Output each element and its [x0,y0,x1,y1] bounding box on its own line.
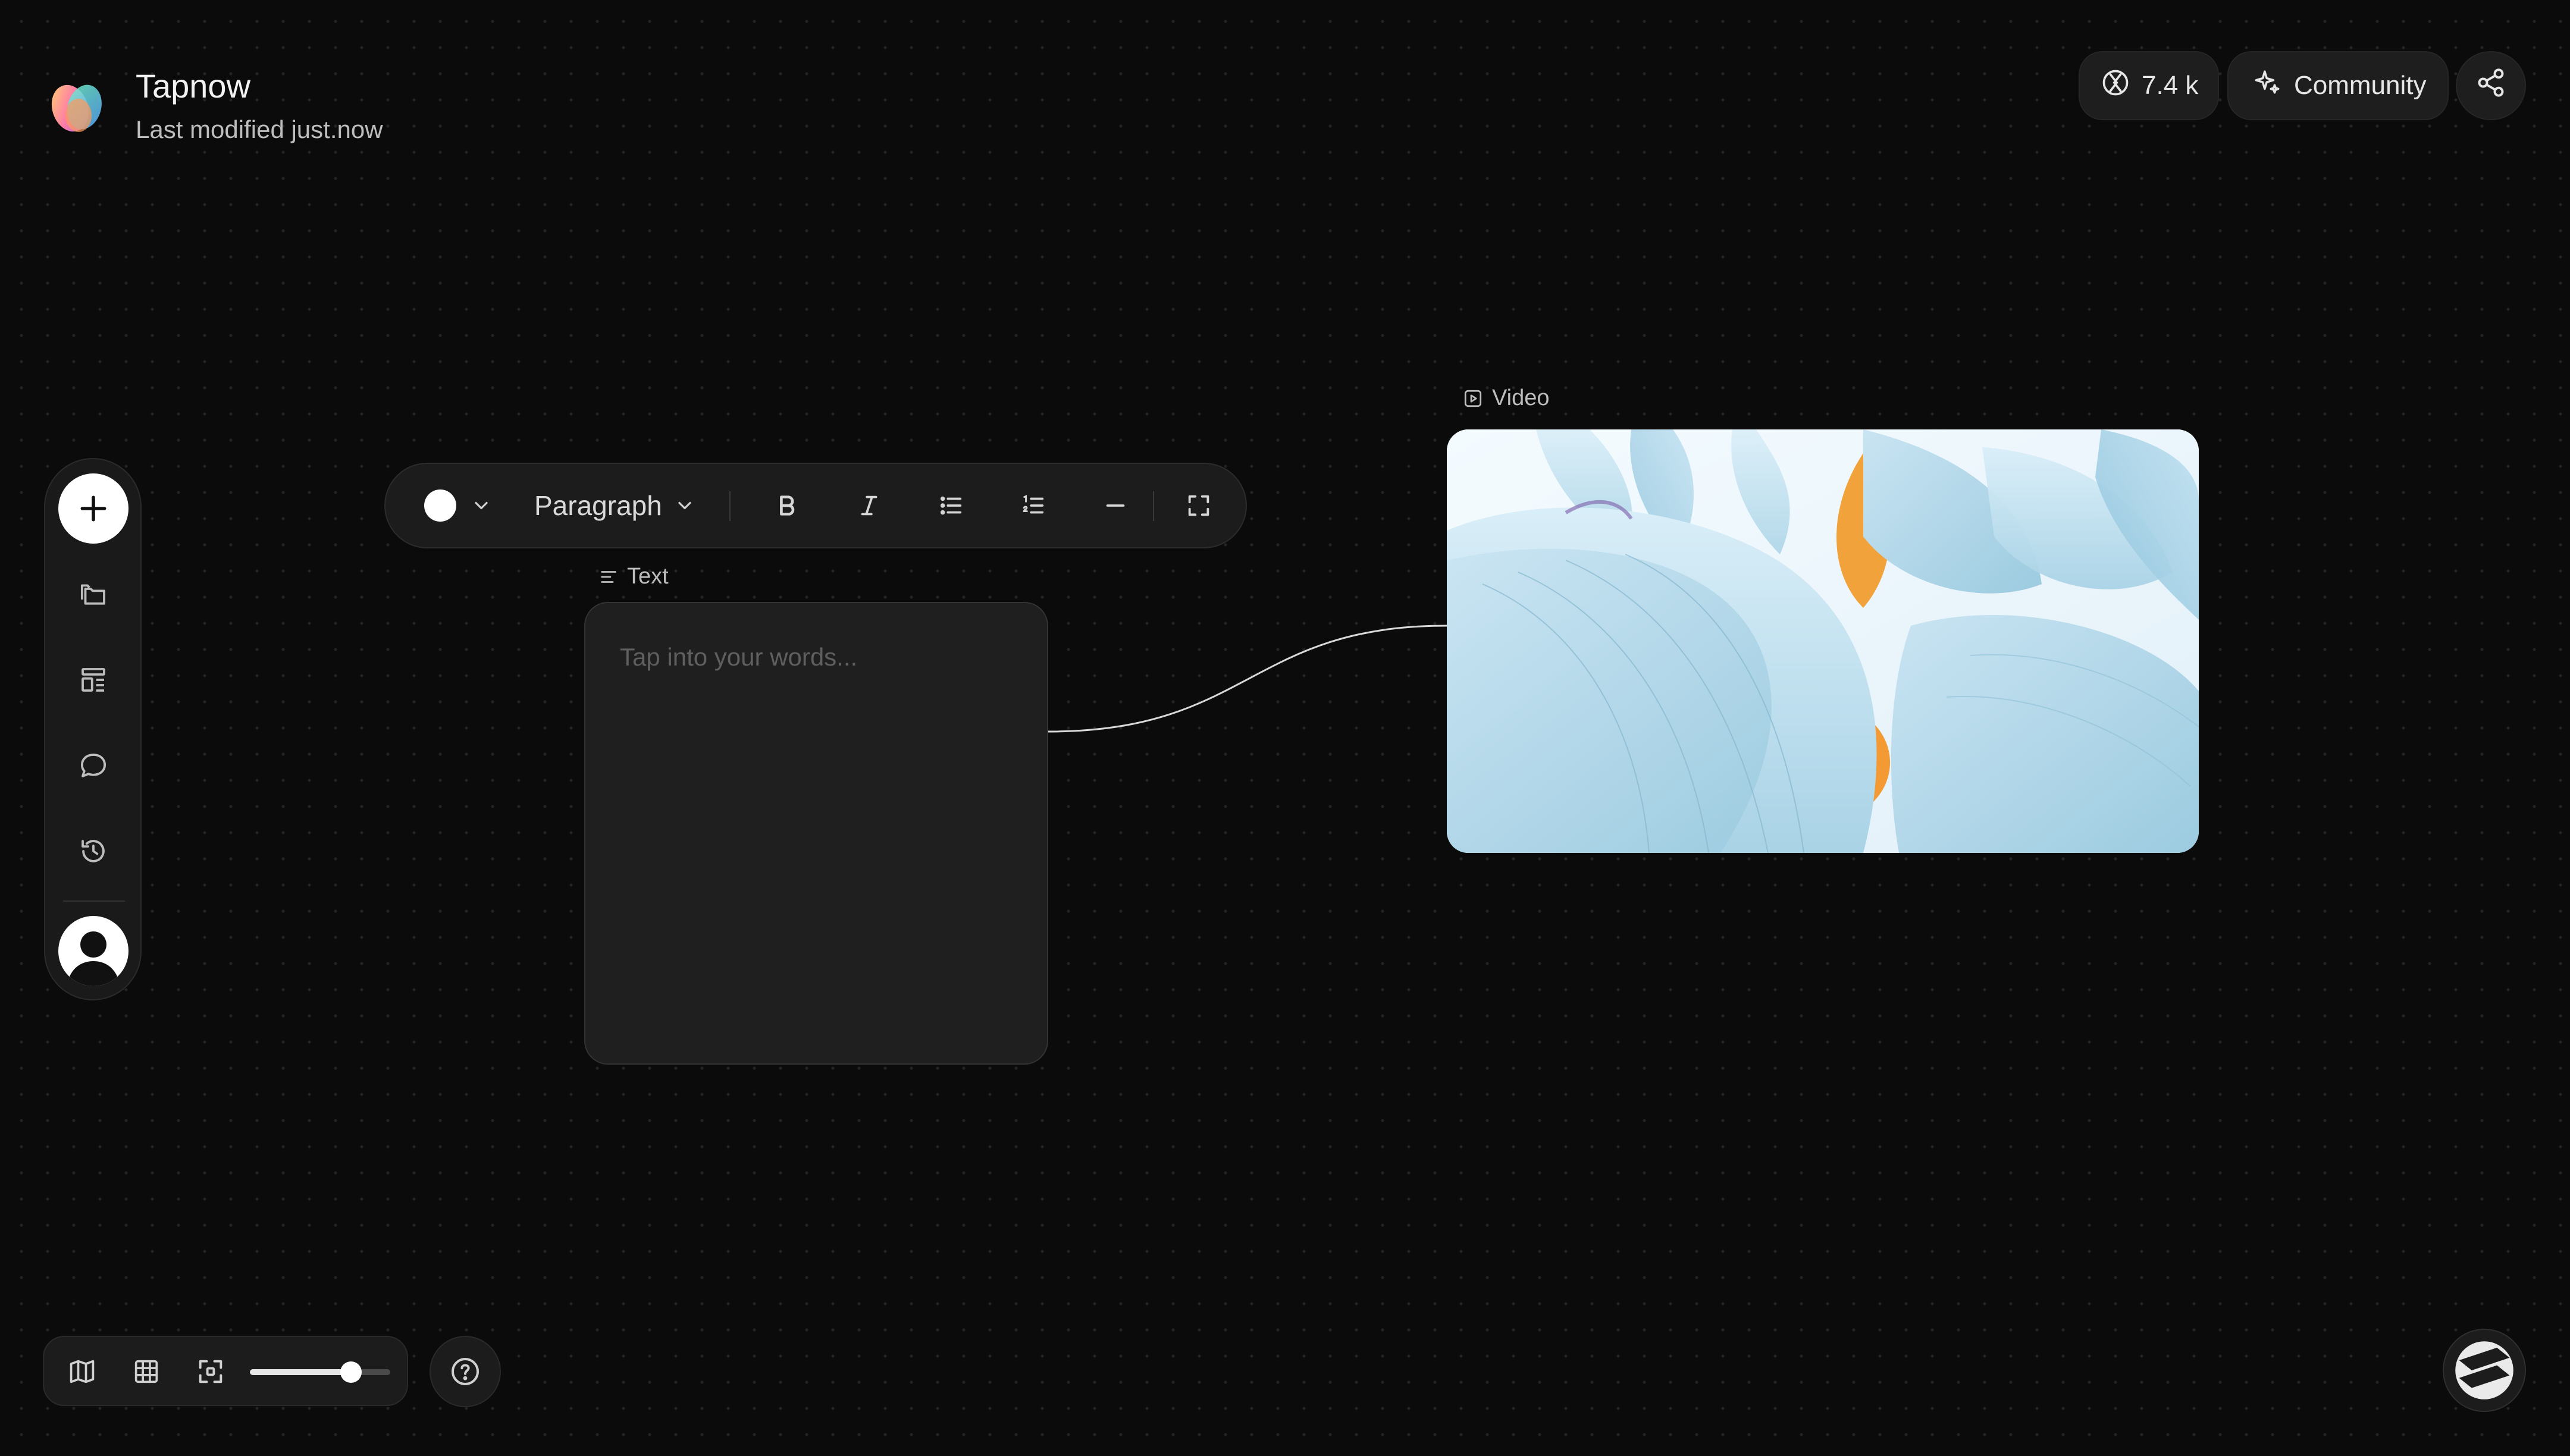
text-node-label: Text [598,564,669,589]
plus-icon [80,495,106,522]
grid-toggle-button[interactable] [124,1349,169,1394]
brand-logo-icon [2455,1341,2513,1399]
grid-icon [134,1360,158,1383]
brand-badge[interactable] [2443,1329,2526,1412]
chat-bubble-icon [80,754,106,777]
toolbar-separator [1153,491,1154,521]
text-format-toolbar: Paragraph [384,463,1247,548]
left-sidebar [44,458,142,1000]
play-square-icon [1464,390,1482,407]
bold-icon [780,495,795,516]
bold-button[interactable] [760,464,814,547]
history-button[interactable] [70,828,117,874]
share-button[interactable] [2456,51,2526,120]
comments-button[interactable] [70,742,117,789]
add-node-button[interactable] [58,473,128,544]
share-icon [2475,67,2506,105]
zoom-slider[interactable] [250,1351,390,1393]
zoom-thumb[interactable] [340,1361,362,1383]
sidebar-divider [63,900,125,902]
fit-view-icon [199,1360,222,1383]
video-node[interactable] [1447,429,2199,853]
sparkle-icon [2252,68,2282,104]
divider-button[interactable] [1089,464,1142,547]
community-button[interactable]: Community [2227,51,2449,120]
text-node-editor[interactable] [619,642,1014,672]
toolbar-separator [729,491,731,521]
text-color-picker[interactable] [410,464,506,547]
video-node-title: Video [1492,385,1550,410]
credits-count: 7.4 k [2142,71,2199,100]
app-title: Tapnow [136,67,251,105]
map-icon [70,1360,95,1383]
numbered-list-button[interactable] [1007,464,1060,547]
projects-button[interactable] [70,571,117,617]
horizontal-rule-icon [1106,504,1125,507]
lotus-video-frame [1447,429,2199,853]
color-swatch [424,489,456,522]
layout-icon [82,668,105,692]
numbered-list-icon [1023,495,1044,514]
last-modified-text: Last modified just.now [136,115,383,143]
minimap-button[interactable] [59,1349,105,1394]
templates-button[interactable] [70,657,117,703]
fullscreen-icon [1188,495,1209,516]
bullet-list-icon [940,496,962,515]
chevron-down-icon [475,501,488,510]
history-icon [82,840,105,862]
community-label: Community [2294,71,2427,100]
credits-icon [2100,67,2131,105]
italic-button[interactable] [842,464,896,547]
bullet-list-button[interactable] [924,464,978,547]
canvas-controls [43,1336,408,1406]
folders-icon [80,584,105,605]
avatar[interactable] [58,916,128,986]
help-icon [452,1358,479,1385]
zoom-fill [250,1369,351,1375]
help-button[interactable] [430,1336,501,1407]
block-type-select[interactable]: Paragraph [534,464,695,547]
credits-badge[interactable]: 7.4 k [2079,51,2219,120]
fullscreen-button[interactable] [1172,464,1226,547]
app-logo[interactable] [45,74,111,139]
chevron-down-icon [678,501,691,510]
video-node-label: Video [1462,385,1550,411]
block-type-label: Paragraph [534,490,662,521]
italic-icon [861,495,877,516]
text-node[interactable] [584,602,1048,1065]
text-node-title: Text [627,564,669,589]
text-lines-icon [601,570,616,583]
fit-view-button[interactable] [188,1349,233,1394]
